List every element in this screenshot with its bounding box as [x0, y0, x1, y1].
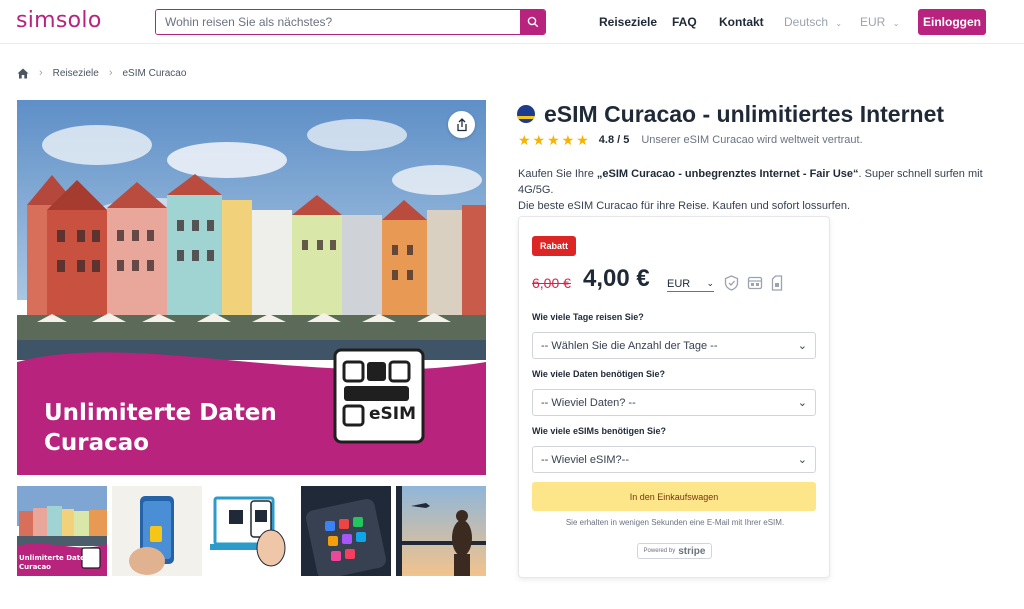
banner-line1: Unlimiterte Daten	[44, 400, 277, 426]
currency-select[interactable]: EUR ⌄	[860, 15, 899, 29]
thumbnail-3[interactable]	[207, 486, 297, 576]
banner-line2: Curacao	[44, 430, 150, 456]
nav-reiseziele[interactable]: Reiseziele	[599, 15, 657, 29]
nav-faq[interactable]: FAQ	[672, 15, 697, 29]
thumbnail-4[interactable]	[301, 486, 391, 576]
star-rating-icon: ★★★★★	[518, 131, 591, 148]
search-icon	[527, 16, 538, 28]
chevron-right-icon: ›	[39, 67, 43, 79]
search-button[interactable]	[520, 10, 545, 34]
product-description: Kaufen Sie Ihre „eSIM Curacao - unbegren…	[518, 166, 998, 214]
language-select[interactable]: Deutsch ⌄	[784, 15, 842, 29]
chevron-down-icon: ⌄	[797, 454, 807, 466]
chevron-right-icon: ›	[108, 67, 113, 79]
days-select[interactable]: -- Wählen Sie die Anzahl der Tage -- ⌄	[532, 332, 816, 359]
sim-card-icon	[771, 275, 783, 291]
product-title: eSIM Curacao - unlimitiertes Internet	[544, 100, 945, 127]
thumbnail-3-image	[207, 486, 297, 576]
price-currency-label: EUR	[667, 277, 691, 290]
network-icon	[747, 276, 763, 290]
stripe-badge[interactable]: Powered by stripe	[637, 543, 712, 559]
desc-prefix: Kaufen Sie Ihre	[518, 168, 597, 180]
chevron-down-icon: ⌄	[706, 278, 714, 288]
chevron-down-icon: ⌄	[797, 397, 807, 409]
esims-select[interactable]: -- Wieviel eSIM?-- ⌄	[532, 446, 816, 473]
data-select-value: -- Wieviel Daten? --	[541, 396, 636, 409]
breadcrumb: › Reiseziele › eSIM Curacao	[17, 66, 186, 80]
discount-badge: Rabatt	[532, 236, 577, 256]
thumbnail-1[interactable]: Unlimiterte Daten Curacao	[17, 486, 107, 576]
thumbnail-1-caption: Unlimiterte Daten Curacao	[19, 554, 90, 572]
share-icon	[456, 117, 467, 131]
thumbnail-5[interactable]	[396, 486, 486, 576]
rating-row: ★★★★★ 4.8 / 5 Unserer eSIM Curacao wird …	[518, 131, 863, 148]
desc-line2: Die beste eSIM Curacao für ihre Reise. K…	[518, 200, 851, 212]
days-question: Wie viele Tage reisen Sie?	[532, 312, 644, 322]
thumbnail-1-caption-line2: Curacao	[19, 563, 51, 571]
login-button[interactable]: Einloggen	[918, 9, 986, 35]
data-question: Wie viele Daten benötigen Sie?	[532, 369, 665, 379]
curacao-flag-icon	[517, 105, 535, 123]
language-label: Deutsch	[784, 15, 829, 29]
new-price: 4,00 €	[583, 265, 650, 292]
thumbnail-2-image	[112, 486, 202, 576]
chevron-down-icon: ⌄	[892, 19, 900, 28]
chevron-down-icon: ⌄	[797, 340, 807, 352]
price-currency-select[interactable]: EUR ⌄	[667, 276, 714, 292]
thumbnail-4-image	[301, 486, 391, 576]
add-to-cart-button[interactable]: In den Einkaufswagen	[532, 482, 816, 511]
esim-chip-label: eSIM	[369, 404, 417, 424]
thumbnail-2[interactable]	[112, 486, 202, 576]
stripe-logo: stripe	[678, 545, 706, 557]
delivery-note: Sie erhalten in wenigen Sekunden eine E-…	[565, 518, 785, 527]
shield-icon	[724, 275, 739, 291]
chevron-down-icon: ⌄	[835, 19, 843, 28]
thumbnail-5-image	[396, 486, 486, 576]
nav-kontakt[interactable]: Kontakt	[719, 15, 764, 29]
banner-text: Unlimiterte Daten Curacao	[44, 398, 277, 458]
search-input[interactable]	[156, 10, 521, 34]
currency-label: EUR	[860, 15, 886, 29]
thumbnail-1-caption-line1: Unlimiterte Daten	[19, 554, 90, 562]
esims-question: Wie viele eSIMs benötigen Sie?	[532, 426, 666, 436]
days-select-value: -- Wählen Sie die Anzahl der Tage --	[541, 339, 718, 352]
powered-by-label: Powered by	[643, 548, 676, 554]
home-icon[interactable]	[17, 68, 29, 79]
trust-icons	[724, 275, 783, 291]
product-title-row: eSIM Curacao - unlimitiertes Internet	[517, 100, 944, 128]
share-button[interactable]	[448, 111, 475, 138]
search-bar	[155, 9, 546, 35]
desc-bold: „eSIM Curacao - unbegrenztes Internet - …	[596, 168, 859, 180]
purchase-card: Rabatt 6,00 € 4,00 € EUR ⌄ Wie viele Tag…	[518, 216, 830, 578]
old-price: 6,00 €	[532, 275, 571, 291]
trust-text: Unserer eSIM Curacao wird weltweit vertr…	[641, 134, 863, 146]
logo[interactable]: simsolo	[16, 8, 102, 33]
data-select[interactable]: -- Wieviel Daten? -- ⌄	[532, 389, 816, 416]
site-header: simsolo Reiseziele FAQ Kontakt Deutsch ⌄…	[0, 0, 1024, 44]
esims-select-value: -- Wieviel eSIM?--	[541, 453, 630, 466]
breadcrumb-reiseziele[interactable]: Reiseziele	[53, 68, 99, 79]
rating-score: 4.8 / 5	[598, 134, 630, 146]
breadcrumb-current: eSIM Curacao	[122, 67, 187, 79]
